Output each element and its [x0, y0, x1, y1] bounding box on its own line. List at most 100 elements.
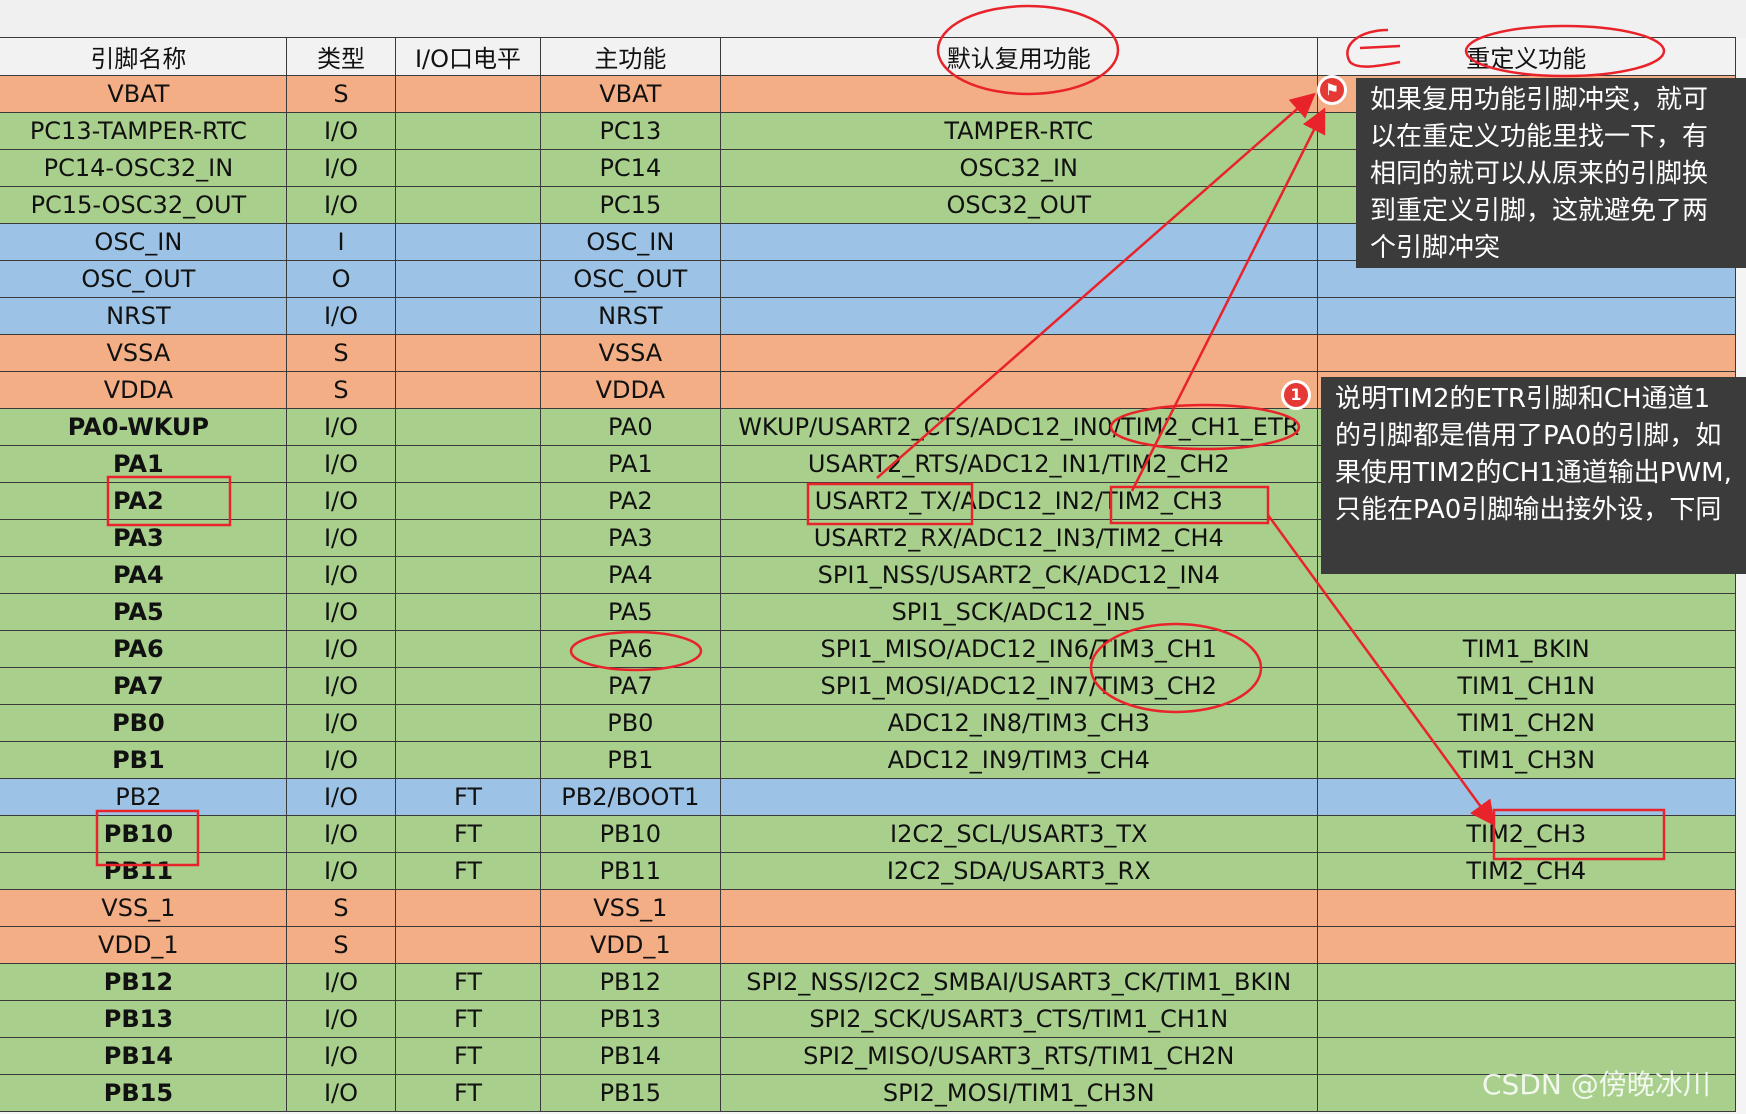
type-cell: I/O [285, 149, 397, 187]
io-level-cell [395, 112, 541, 150]
io-level-cell [395, 408, 541, 446]
io-level-cell [395, 186, 541, 224]
remap-function-cell [1316, 963, 1737, 1001]
io-level-cell [395, 260, 541, 298]
main-function-cell: NRST [539, 297, 721, 335]
main-function-cell: PA3 [539, 519, 721, 557]
type-cell: I/O [285, 593, 397, 631]
type-cell: I [285, 223, 397, 261]
type-cell: O [285, 260, 397, 298]
io-level-cell [395, 519, 541, 557]
main-function-cell: VSS_1 [539, 889, 721, 927]
type-cell: I/O [285, 963, 397, 1001]
pin-name-cell: VDDA [0, 371, 287, 409]
pin-name-cell: PA3 [0, 519, 287, 557]
remap-function-cell [1316, 593, 1737, 631]
io-level-cell [395, 889, 541, 927]
remap-function-cell: TIM1_CH2N [1316, 704, 1737, 742]
remap-function-cell [1316, 297, 1737, 335]
io-level-cell: FT [395, 778, 541, 816]
alt-function-cell [719, 75, 1318, 113]
table-row: PB1 I/O PB1 ADC12_IN9/TIM3_CH4 TIM1_CH3N [0, 741, 1737, 779]
type-cell: I/O [285, 112, 397, 150]
type-cell: I/O [285, 667, 397, 705]
pin-name-cell: PB1 [0, 741, 287, 779]
table-row: PB13 I/O FT PB13 SPI2_SCK/USART3_CTS/TIM1_CH… [0, 1000, 1737, 1038]
io-level-cell: FT [395, 1074, 541, 1112]
table-row: PA5 I/O PA5 SPI1_SCK/ADC12_IN5 [0, 593, 1737, 631]
pin-name-cell: PA0-WKUP [0, 408, 287, 446]
alt-function-cell: OSC32_OUT [719, 186, 1318, 224]
screenshot-stage: 引脚名称 类型 I/O口电平 主功能 默认复用功能 重定义功能 VBAT S VBA… [0, 0, 1746, 1114]
main-function-cell: OSC_IN [539, 223, 721, 261]
table-row: PB0 I/O PB0 ADC12_IN8/TIM3_CH3 TIM1_CH2N [0, 704, 1737, 742]
type-cell: S [285, 334, 397, 372]
alt-function-cell: SPI2_SCK/USART3_CTS/TIM1_CH1N [719, 1000, 1318, 1038]
pin-name-cell: PB0 [0, 704, 287, 742]
top-strip [0, 0, 1746, 38]
table-row: VSSA S VSSA [0, 334, 1737, 372]
alt-function-cell [719, 371, 1318, 409]
main-function-cell: VBAT [539, 75, 721, 113]
remap-function-cell [1316, 889, 1737, 927]
io-level-cell [395, 334, 541, 372]
alt-function-cell: ADC12_IN9/TIM3_CH4 [719, 741, 1318, 779]
alt-function-cell: USART2_RTS/ADC12_IN1/TIM2_CH2 [719, 445, 1318, 483]
main-function-cell: PC13 [539, 112, 721, 150]
flag-icon[interactable]: ⚑ [1317, 75, 1347, 105]
io-level-cell [395, 75, 541, 113]
io-level-cell [395, 593, 541, 631]
io-level-cell [395, 482, 541, 520]
io-level-cell [395, 371, 541, 409]
alt-function-cell [719, 334, 1318, 372]
table-row: PB10 I/O FT PB10 I2C2_SCL/USART3_TX TIM2_CH3 [0, 815, 1737, 853]
alt-function-cell [719, 926, 1318, 964]
io-level-cell [395, 556, 541, 594]
alt-function-cell: SPI1_NSS/USART2_CK/ADC12_IN4 [719, 556, 1318, 594]
header-main-function: 主功能 [539, 37, 721, 76]
type-cell: I/O [285, 1000, 397, 1038]
remap-function-cell: TIM2_CH4 [1316, 852, 1737, 890]
alt-function-cell: ADC12_IN8/TIM3_CH3 [719, 704, 1318, 742]
main-function-cell: PB12 [539, 963, 721, 1001]
pin-name-cell: OSC_OUT [0, 260, 287, 298]
pin-name-cell: VDD_1 [0, 926, 287, 964]
table-header-row: 引脚名称 类型 I/O口电平 主功能 默认复用功能 重定义功能 [0, 37, 1737, 76]
alt-function-cell: SPI2_MISO/USART3_RTS/TIM1_CH2N [719, 1037, 1318, 1075]
header-default-alt-function: 默认复用功能 [719, 37, 1318, 76]
main-function-cell: PA7 [539, 667, 721, 705]
main-function-cell: PA5 [539, 593, 721, 631]
remap-function-cell: TIM1_CH3N [1316, 741, 1737, 779]
type-cell: I/O [285, 815, 397, 853]
header-type: 类型 [285, 37, 397, 76]
io-level-cell [395, 926, 541, 964]
io-level-cell [395, 704, 541, 742]
alt-function-cell [719, 778, 1318, 816]
remap-function-cell [1316, 926, 1737, 964]
type-cell: I/O [285, 186, 397, 224]
table-row: PA6 I/O PA6 SPI1_MISO/ADC12_IN6/TIM3_CH1 TIM… [0, 630, 1737, 668]
pin-name-cell: PA7 [0, 667, 287, 705]
pin-name-cell: PB2 [0, 778, 287, 816]
alt-function-cell: SPI2_NSS/I2C2_SMBAI/USART3_CK/TIM1_BKIN [719, 963, 1318, 1001]
main-function-cell: VDD_1 [539, 926, 721, 964]
pin-name-cell: PC13-TAMPER-RTC [0, 112, 287, 150]
pin-name-cell: PC14-OSC32_IN [0, 149, 287, 187]
type-cell: S [285, 926, 397, 964]
io-level-cell [395, 297, 541, 335]
table-row: PB15 I/O FT PB15 SPI2_MOSI/TIM1_CH3N [0, 1074, 1737, 1112]
remap-function-cell [1316, 1000, 1737, 1038]
remap-function-cell: TIM2_CH3 [1316, 815, 1737, 853]
type-cell: I/O [285, 556, 397, 594]
pin-name-cell: NRST [0, 297, 287, 335]
note-number-badge[interactable]: 1 [1281, 380, 1311, 410]
alt-function-cell: OSC32_IN [719, 149, 1318, 187]
type-cell: I/O [285, 297, 397, 335]
pin-name-cell: PA5 [0, 593, 287, 631]
pin-name-cell: PB11 [0, 852, 287, 890]
alt-function-cell [719, 889, 1318, 927]
io-level-cell [395, 630, 541, 668]
type-cell: I/O [285, 852, 397, 890]
pin-name-cell: PB13 [0, 1000, 287, 1038]
type-cell: I/O [285, 445, 397, 483]
